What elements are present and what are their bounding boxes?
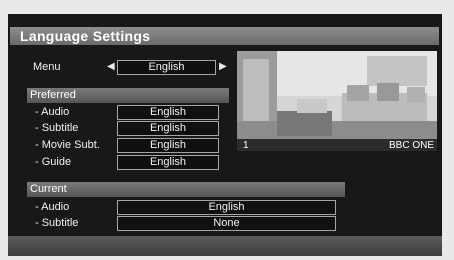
menu-label: Menu [33,61,61,73]
current-subtitle-value[interactable]: None [117,216,336,231]
footer-bar [8,236,442,256]
preferred-movie-subtitle-value[interactable]: English [117,138,219,153]
preferred-guide-label: - Guide [35,156,72,168]
page-title: Language Settings [20,28,151,44]
tv-preview-image [237,51,437,151]
current-subtitle-label: - Subtitle [35,217,79,229]
preferred-audio-value[interactable]: English [117,105,219,120]
current-header: Current [27,182,345,197]
preferred-movie-subtitle-label: - Movie Subt. [35,139,100,151]
preferred-header: Preferred [27,88,229,103]
right-arrow-icon[interactable]: ▶ [219,61,227,72]
preferred-guide-value[interactable]: English [117,155,219,170]
preferred-subtitle-value[interactable]: English [117,121,219,136]
channel-number: 1 [243,140,249,151]
preferred-audio-label: - Audio [35,106,70,118]
channel-name: BBC ONE [389,140,435,151]
menu-language-select[interactable]: English [117,60,216,75]
current-audio-label: - Audio [35,201,70,213]
preferred-subtitle-label: - Subtitle [35,122,79,134]
left-arrow-icon[interactable]: ◀ [107,61,115,72]
current-audio-value[interactable]: English [117,200,336,215]
